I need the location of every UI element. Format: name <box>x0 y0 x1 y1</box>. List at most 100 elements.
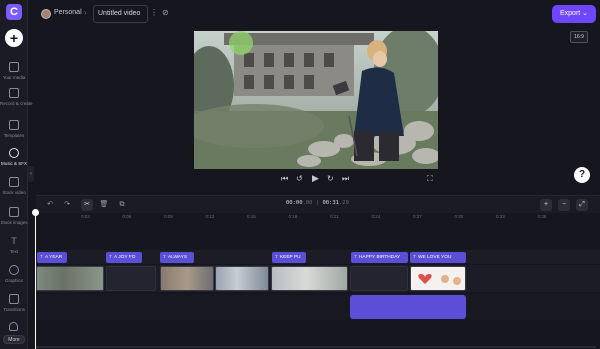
sidebar-item-label: Templates <box>3 133 25 138</box>
workspace-name[interactable]: Personal <box>54 9 82 16</box>
breadcrumb-separator: › <box>84 8 87 17</box>
video-clip[interactable] <box>106 266 156 291</box>
video-title-input[interactable]: Untitled video <box>93 5 148 23</box>
image-icon <box>9 207 19 217</box>
text-clip-label: KEEP PU <box>279 255 301 260</box>
aspect-ratio-button[interactable]: 16:9 <box>570 31 588 43</box>
film-icon <box>9 177 19 187</box>
timeline-toolbar: ↶ ↷ ✂ 🗑 ⧉ 00:00.00 | 00:31.29 + − ⤢ <box>36 195 600 213</box>
sidebar-item-text[interactable]: T Text <box>0 236 28 266</box>
total-time: 00:31 <box>322 200 339 206</box>
rewind-5s-icon[interactable]: ↺ <box>296 174 303 183</box>
sidebar-item-record-create[interactable]: Record & create <box>0 88 33 118</box>
timeline-ruler[interactable]: 0:03 0:06 0:09 0:12 0:15 0:18 0:21 0:24 0:27 0:30… <box>36 213 600 223</box>
forward-5s-icon[interactable]: ↻ <box>327 174 334 183</box>
header: Personal › Untitled video ⋮ ⊘ Export ⌄ <box>28 0 600 28</box>
video-clip[interactable] <box>36 266 104 291</box>
export-button[interactable]: Export ⌄ <box>552 5 596 23</box>
ruler-tick-label: 0:21 <box>330 214 339 219</box>
ruler-tick-label: 0:12 <box>205 214 215 219</box>
zoom-in-button[interactable]: + <box>540 199 552 211</box>
audio-track[interactable] <box>36 294 600 320</box>
sidebar-item-label: Your media <box>2 75 26 80</box>
lock-icon <box>9 322 18 331</box>
sidebar-item-templates[interactable]: Templates <box>0 120 28 150</box>
text-clip[interactable]: T ALWAYS <box>160 252 194 263</box>
ruler-tick-label: 0:18 <box>288 214 298 219</box>
delete-icon[interactable]: 🗑 <box>98 199 110 211</box>
text-clip-label: ALWAYS <box>167 255 188 260</box>
playhead-handle[interactable] <box>32 209 39 216</box>
zoom-out-button[interactable]: − <box>558 199 570 211</box>
ruler-tick-label: 0:27 <box>413 214 422 219</box>
sidebar-item-label: Graphics <box>4 278 23 283</box>
video-preview[interactable] <box>194 31 438 169</box>
video-clip[interactable] <box>160 266 214 291</box>
templates-icon <box>9 120 19 130</box>
playhead-line[interactable] <box>35 211 36 349</box>
sidebar-item-label: Stock video <box>2 190 26 195</box>
video-camera-icon <box>9 88 19 98</box>
ruler-tick-label: 0:36 <box>537 214 547 219</box>
text-icon: T <box>11 236 17 246</box>
text-clip-label: WE LOVE YOU <box>417 255 452 260</box>
sidebar-item-label: Stock images <box>0 220 28 225</box>
redo-icon[interactable]: ↷ <box>61 199 73 211</box>
help-button[interactable]: ? <box>574 167 590 183</box>
skip-back-icon[interactable]: ⏮ <box>281 174 288 184</box>
audio-clip[interactable] <box>350 295 466 319</box>
video-clip[interactable] <box>410 266 466 291</box>
text-clip[interactable]: TA YEAR <box>37 252 67 263</box>
ruler-tick-label: 0:24 <box>371 214 381 219</box>
video-frame-image <box>194 31 438 169</box>
cloud-off-icon: ⊘ <box>162 8 169 17</box>
sidebar-item-stock-video[interactable]: Stock video <box>0 177 28 207</box>
sidebar-item-label: Transitions <box>3 307 25 312</box>
avatar[interactable] <box>41 9 51 19</box>
video-clip[interactable] <box>215 266 269 291</box>
text-clip[interactable]: TA JOY FO <box>106 252 142 263</box>
skip-forward-icon[interactable]: ⏭ <box>342 174 349 184</box>
sidebar-item-stock-images[interactable]: Stock images <box>0 207 28 237</box>
play-button[interactable]: ▶ <box>312 173 319 184</box>
current-time: 00:00 <box>286 200 303 206</box>
text-clip[interactable]: T KEEP PU <box>272 252 306 263</box>
undo-icon[interactable]: ↶ <box>44 199 56 211</box>
video-editor: C + Your media Record & create Templates… <box>0 0 600 349</box>
fit-timeline-button[interactable]: ⤢ <box>576 199 588 211</box>
ruler-tick-label: 0:06 <box>122 214 132 219</box>
text-clip-label: A YEAR <box>44 255 63 260</box>
fullscreen-icon[interactable]: ⛶ <box>427 174 433 184</box>
text-clip[interactable]: T HAPPY BIRTHDAY <box>351 252 408 263</box>
sidebar-item-music-sfx[interactable]: Music & SFX <box>0 148 28 178</box>
video-clip[interactable] <box>271 266 348 291</box>
love-graphic-thumbnail <box>418 274 461 285</box>
ruler-tick-label: 0:33 <box>496 214 505 219</box>
sidebar-item-transitions[interactable]: Transitions <box>0 294 28 324</box>
timecode-separator: | <box>315 200 320 206</box>
duplicate-icon[interactable]: ⧉ <box>116 199 128 211</box>
player-controls: ⏮ ↺ ▶ ↻ ⏭ ⛶ <box>194 171 438 187</box>
text-clip[interactable]: T WE LOVE YOU <box>410 252 466 263</box>
text-clip-label: A JOY FO <box>113 255 136 260</box>
ruler-tick-label: 0:15 <box>247 214 256 219</box>
sidebar-item-graphics[interactable]: Graphics <box>0 265 28 295</box>
timeline-scrollbar[interactable] <box>36 346 596 348</box>
ruler-tick-label: 0:03 <box>81 214 90 219</box>
total-frames: .29 <box>339 200 349 206</box>
kebab-menu-icon[interactable]: ⋮ <box>150 8 158 17</box>
split-icon[interactable]: ✂ <box>81 199 93 211</box>
add-media-button[interactable]: + <box>5 29 23 47</box>
text-clip-label: HAPPY BIRTHDAY <box>358 255 401 260</box>
transitions-icon <box>9 294 19 304</box>
sidebar-item-label: Music & SFX <box>0 161 27 166</box>
app-logo[interactable]: C <box>6 4 22 20</box>
timecode: 00:00.00 | 00:31.29 <box>286 200 349 206</box>
ruler-tick-label: 0:30 <box>454 214 464 219</box>
video-clip[interactable] <box>350 266 408 291</box>
more-button[interactable]: More <box>3 335 25 344</box>
shapes-icon <box>9 265 19 275</box>
current-frames: .00 <box>302 200 313 206</box>
sidebar: C + Your media Record & create Templates… <box>0 0 33 349</box>
collapse-sidebar-handle[interactable]: ‹ <box>28 166 34 182</box>
